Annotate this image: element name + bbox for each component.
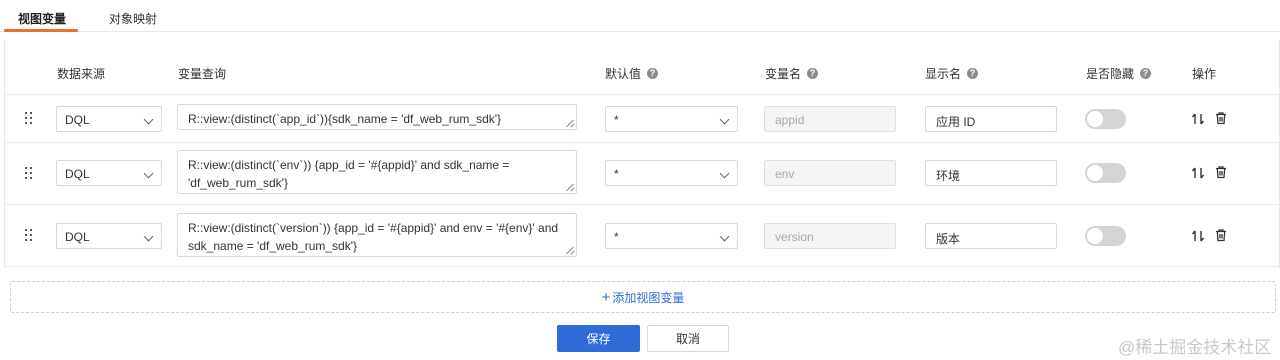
help-icon[interactable]: ? [807, 68, 819, 79]
header-var-name: 变量名? [765, 65, 819, 82]
query-textarea[interactable]: R::view:(distinct(`version`)) {app_id = … [177, 213, 577, 257]
source-select[interactable]: DQL [56, 160, 162, 186]
sort-icon[interactable] [1191, 229, 1205, 243]
hidden-toggle[interactable] [1085, 163, 1126, 183]
chevron-down-icon [719, 168, 730, 179]
sort-icon[interactable] [1191, 166, 1205, 180]
var-name-input: env [764, 160, 896, 186]
query-text: R::view:(distinct(`version`)) {app_id = … [188, 221, 559, 253]
source-select-value: DQL [65, 167, 90, 181]
drag-handle-icon[interactable] [25, 229, 35, 243]
source-select-value: DQL [65, 113, 90, 127]
chevron-down-icon [143, 231, 154, 242]
watermark: @稀土掘金技术社区 [1118, 338, 1272, 357]
save-button[interactable]: 保存 [557, 325, 640, 352]
query-text: R::view:(distinct(`app_id`)){sdk_name = … [188, 112, 502, 126]
chevron-down-icon [143, 114, 154, 125]
var-name-input: version [764, 223, 896, 249]
display-name-input[interactable]: 环境 [925, 160, 1057, 186]
add-variable-button[interactable]: + 添加视图变量 [10, 281, 1276, 313]
header-query-label: 变量查询 [178, 67, 227, 81]
trash-icon[interactable] [1214, 111, 1228, 125]
variables-table: 数据来源 变量查询 默认值? 变量名? 显示名? 是否隐藏? 操作 DQL R:… [4, 40, 1280, 268]
source-select[interactable]: DQL [56, 106, 162, 132]
query-textarea[interactable]: R::view:(distinct(`env`)) {app_id = '#{a… [177, 150, 577, 194]
table-row: DQL R::view:(distinct(`env`)) {app_id = … [5, 142, 1279, 204]
query-textarea[interactable]: R::view:(distinct(`app_id`)){sdk_name = … [177, 104, 577, 130]
source-select-value: DQL [65, 230, 90, 244]
drag-handle-icon[interactable] [25, 167, 35, 181]
help-icon[interactable]: ? [967, 68, 979, 79]
header-hidden-label: 是否隐藏 [1086, 67, 1135, 81]
resize-grip-icon[interactable] [566, 183, 574, 191]
default-select-value: * [614, 230, 619, 244]
trash-icon[interactable] [1214, 165, 1228, 179]
hidden-toggle[interactable] [1085, 109, 1126, 129]
sort-icon[interactable] [1191, 112, 1205, 126]
default-select-value: * [614, 113, 619, 127]
var-name-input: appid [764, 106, 896, 132]
header-source: 数据来源 [57, 65, 105, 82]
header-source-label: 数据来源 [57, 67, 106, 81]
cancel-button[interactable]: 取消 [647, 325, 729, 352]
default-select[interactable]: * [605, 223, 738, 249]
query-text: R::view:(distinct(`env`)) {app_id = '#{a… [188, 158, 510, 190]
chevron-down-icon [719, 231, 730, 242]
resize-grip-icon[interactable] [566, 119, 574, 127]
help-icon[interactable]: ? [1140, 68, 1152, 79]
chevron-down-icon [143, 168, 154, 179]
default-select[interactable]: * [605, 106, 738, 132]
header-actions-label: 操作 [1192, 67, 1217, 81]
tab-bar: 视图变量 对象映射 [0, 0, 1280, 32]
drag-handle-icon[interactable] [25, 112, 35, 126]
header-var-name-label: 变量名 [765, 67, 802, 81]
header-actions: 操作 [1192, 65, 1216, 82]
default-select[interactable]: * [605, 160, 738, 186]
header-default-label: 默认值 [605, 67, 642, 81]
source-select[interactable]: DQL [56, 223, 162, 249]
trash-icon[interactable] [1214, 228, 1228, 242]
header-display-name-label: 显示名 [925, 67, 962, 81]
default-select-value: * [614, 167, 619, 181]
header-default: 默认值? [605, 65, 659, 82]
header-query: 变量查询 [178, 65, 226, 82]
header-display-name: 显示名? [925, 65, 979, 82]
plus-icon: + [601, 288, 611, 306]
help-icon[interactable]: ? [647, 68, 659, 79]
display-name-input[interactable]: 应用 ID [925, 106, 1057, 132]
resize-grip-icon[interactable] [566, 246, 574, 254]
chevron-down-icon [719, 114, 730, 125]
header-hidden: 是否隐藏? [1086, 65, 1152, 82]
table-row: DQL R::view:(distinct(`app_id`)){sdk_nam… [5, 94, 1279, 142]
hidden-toggle[interactable] [1085, 226, 1126, 246]
table-row: DQL R::view:(distinct(`version`)) {app_i… [5, 204, 1279, 267]
add-variable-label: 添加视图变量 [612, 290, 685, 305]
tab-view-variables[interactable]: 视图变量 [18, 10, 66, 27]
active-tab-indicator [4, 29, 78, 32]
tab-object-mapping[interactable]: 对象映射 [109, 10, 157, 27]
display-name-input[interactable]: 版本 [925, 223, 1057, 249]
